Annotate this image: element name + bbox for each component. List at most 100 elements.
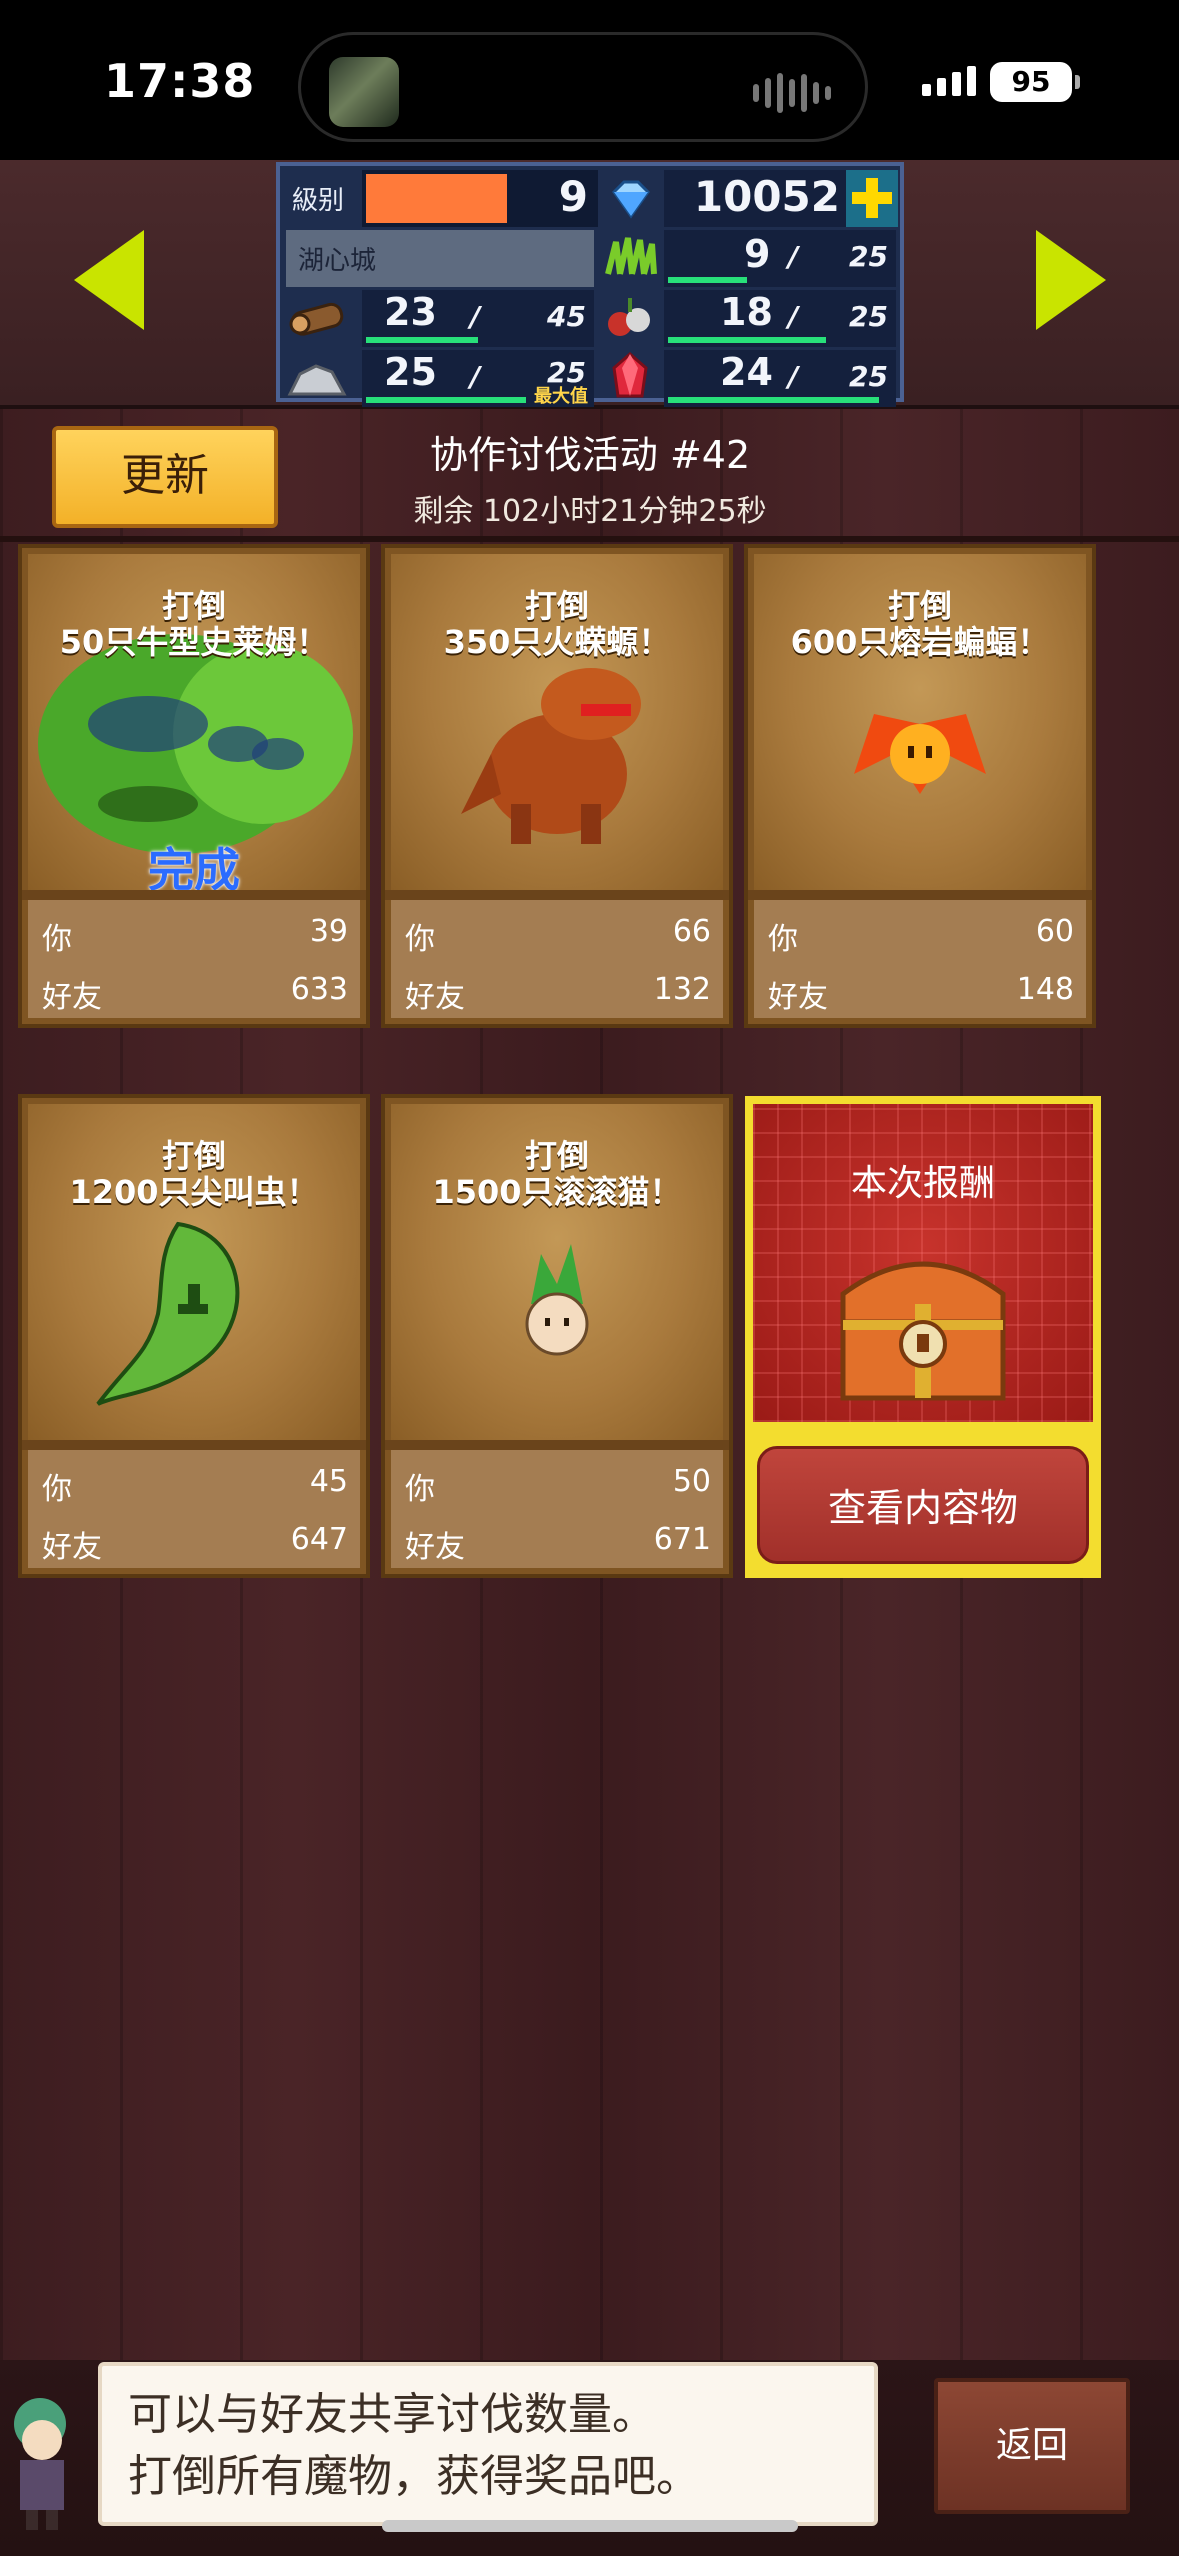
you-label: 你: [42, 922, 72, 957]
card-target-text: 打倒 350只火蝾螈！: [385, 588, 729, 660]
guide-message-bubble: 可以与好友共享讨伐数量。 打倒所有魔物，获得奖品吧。: [98, 2362, 878, 2526]
wood-max: 45: [547, 300, 586, 333]
stats-panel: 級别 9 10052 湖心城 9 / 25 23 / 45 18 / 25 25…: [276, 162, 904, 407]
quest-card-rolling-cat[interactable]: 打倒 1500只滚滚猫！ 你 50 好友 671: [381, 1094, 733, 1578]
you-label: 你: [42, 1472, 72, 1507]
card-title: 打倒: [887, 587, 952, 625]
quest-card-salamander[interactable]: 打倒 350只火蝾螈！ 你 66 好友 132: [381, 544, 733, 1028]
card-divider: [385, 890, 729, 900]
card-stats: 你 50 好友 671: [391, 1450, 723, 1568]
resource-bar: 級别 9 10052 湖心城 9 / 25 23 / 45 18 / 25 25…: [0, 160, 1179, 409]
you-label: 你: [405, 922, 435, 957]
reward-title: 本次报酬: [850, 1163, 995, 1204]
card-title: 打倒: [161, 1137, 226, 1175]
home-indicator[interactable]: [382, 2520, 798, 2532]
max-value-note: 最大值: [534, 386, 588, 407]
wood-value: 23: [384, 290, 437, 334]
you-label: 你: [768, 922, 798, 957]
card-target-text: 打倒 600只熔岩蝙蝠！: [748, 588, 1092, 660]
card-stats: 你 39 好友 633: [28, 900, 360, 1018]
card-divider: [385, 1440, 729, 1450]
card-stats: 你 45 好友 647: [28, 1450, 360, 1568]
battery-indicator: 95: [990, 62, 1080, 102]
ruby-value: 24: [720, 350, 773, 394]
you-count: 66: [672, 914, 711, 949]
friend-count: 132: [653, 972, 711, 1007]
friend-label: 好友: [768, 980, 828, 1015]
card-divider: [22, 1440, 366, 1450]
ruby-progress: [668, 397, 879, 403]
grass-icon: [602, 230, 662, 287]
header-divider: [0, 536, 1179, 542]
guide-message-line2: 打倒所有魔物，获得奖品吧。: [128, 2451, 700, 2502]
guide-message-line1: 可以与好友共享讨伐数量。: [128, 2389, 656, 2440]
friend-label: 好友: [405, 980, 465, 1015]
fruit-progress: [668, 337, 826, 343]
view-contents-button[interactable]: 查看内容物: [757, 1446, 1089, 1564]
quest-card-slime[interactable]: 完成 打倒 50只牛型史莱姆！ 你 39 好友 633: [18, 544, 370, 1028]
friend-label: 好友: [405, 1530, 465, 1565]
event-title: 协作讨伐活动 #42: [429, 433, 751, 477]
now-playing-artwork: [329, 57, 399, 127]
you-count: 60: [1035, 914, 1074, 949]
grass-progress: [668, 277, 747, 283]
clock: 17:38: [104, 54, 256, 108]
card-divider: [22, 890, 366, 900]
add-gems-button[interactable]: [846, 170, 898, 227]
stone-progress: [366, 397, 526, 403]
quest-card-lava-bat[interactable]: 打倒 600只熔岩蝙蝠！ 你 60 好友 148: [744, 544, 1096, 1028]
gem-count: 10052: [693, 172, 840, 221]
you-count: 50: [672, 1464, 711, 1499]
ruby-icon: [602, 350, 662, 407]
you-count: 39: [309, 914, 348, 949]
quest-card-screamer[interactable]: 打倒 1200只尖叫虫！ 你 45 好友 647: [18, 1094, 370, 1578]
refresh-button[interactable]: 更新: [52, 426, 278, 528]
card-stats: 你 60 好友 148: [754, 900, 1086, 1018]
stone-icon: [286, 350, 356, 407]
gem-icon: [602, 170, 662, 227]
friend-label: 好友: [42, 980, 102, 1015]
signal-icon: [922, 66, 976, 96]
wood-icon: [286, 290, 356, 347]
card-target: 1200只尖叫虫！: [69, 1173, 319, 1211]
grass-max: 25: [849, 240, 888, 273]
previous-arrow-icon[interactable]: [74, 230, 144, 330]
card-target: 1500只滚滚猫！: [432, 1173, 682, 1211]
wood-progress: [366, 337, 478, 343]
card-target-text: 打倒 1500只滚滚猫！: [385, 1138, 729, 1210]
friend-count: 671: [653, 1522, 711, 1557]
card-target: 350只火蝾螈！: [443, 623, 671, 661]
back-button[interactable]: 返回: [934, 2378, 1130, 2514]
reward-panel: 本次报酬 查看内容物: [745, 1096, 1101, 1578]
fruit-icon: [602, 290, 662, 347]
card-target: 600只熔岩蝙蝠！: [790, 623, 1050, 661]
guide-character-icon: [0, 2384, 90, 2534]
treasure-chest-icon: [840, 1261, 1006, 1401]
level-bar: 9: [362, 170, 598, 227]
card-title: 打倒: [524, 587, 589, 625]
ruby-max: 25: [849, 360, 888, 393]
fruit-value: 18: [720, 290, 773, 334]
town-name: 湖心城: [298, 246, 377, 276]
level-label: 級别: [292, 186, 345, 216]
grass-value: 9: [744, 232, 771, 276]
level-progress-fill: [366, 174, 507, 223]
card-stats: 你 66 好友 132: [391, 900, 723, 1018]
reward-background: 本次报酬: [753, 1104, 1093, 1422]
card-target-text: 打倒 1200只尖叫虫！: [22, 1138, 366, 1210]
friend-count: 633: [290, 972, 348, 1007]
card-divider: [748, 890, 1092, 900]
you-label: 你: [405, 1472, 435, 1507]
card-title: 打倒: [524, 1137, 589, 1175]
friend-count: 647: [290, 1522, 348, 1557]
event-remaining-time: 剩余 102小时21分钟25秒: [413, 494, 767, 529]
friend-label: 好友: [42, 1530, 102, 1565]
you-count: 45: [309, 1464, 348, 1499]
fruit-max: 25: [849, 300, 888, 333]
card-title: 打倒: [161, 587, 226, 625]
dynamic-island: [298, 32, 868, 142]
stone-value: 25: [384, 350, 437, 394]
friend-count: 148: [1016, 972, 1074, 1007]
next-arrow-icon[interactable]: [1036, 230, 1106, 330]
audio-wave-icon: [753, 73, 831, 113]
